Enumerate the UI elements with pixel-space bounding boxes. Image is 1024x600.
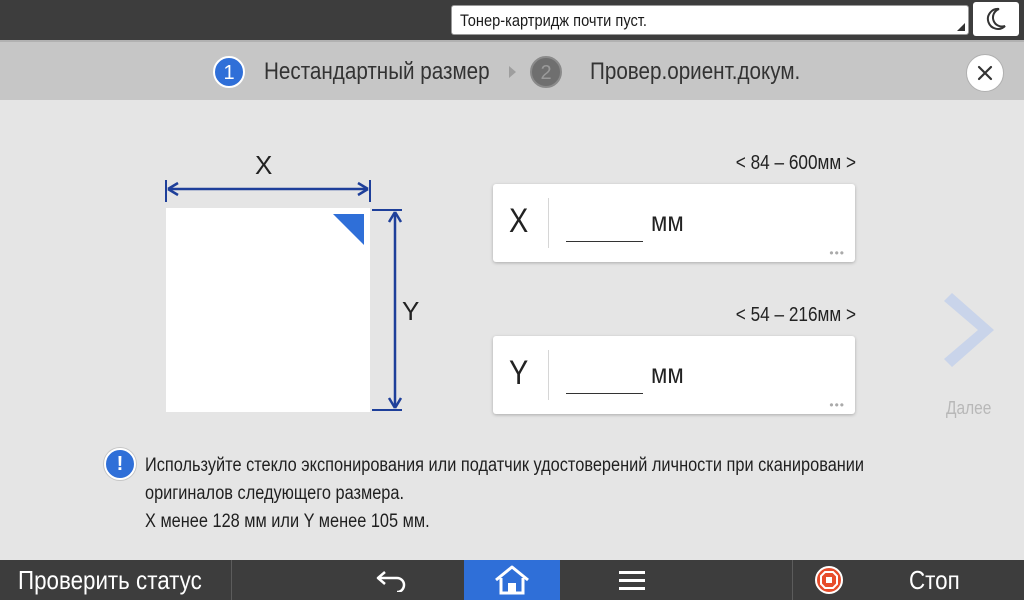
divider: [231, 560, 232, 600]
y-range-label: < 54 – 216мм >: [735, 304, 856, 326]
x-size-input[interactable]: X мм •••: [493, 184, 855, 262]
stop-button[interactable]: Стоп: [793, 560, 1024, 600]
stop-label: Стоп: [909, 565, 960, 595]
info-exclamation-icon: !: [104, 448, 136, 480]
step-2-label: Провер.ориент.докум.: [590, 58, 801, 85]
size-diagram: X Y: [160, 150, 440, 420]
y-value-underline: [566, 393, 643, 394]
bottom-nav-bar: Проверить статус Стоп: [0, 560, 1024, 600]
step-1-label: Нестандартный размер: [264, 58, 490, 85]
orientation-corner-icon: [333, 214, 364, 245]
x-range-label: < 84 – 600мм >: [735, 152, 856, 174]
x-axis-label: X: [509, 202, 529, 240]
step-1-number: 1: [213, 56, 245, 88]
next-button-label: Далее: [946, 398, 992, 418]
dimension-arrows: [165, 180, 403, 411]
chevron-right-icon: [944, 293, 994, 367]
expand-corner-icon: [957, 23, 965, 31]
home-icon: [495, 565, 529, 595]
field-separator: [548, 198, 549, 248]
energy-saver-button[interactable]: [973, 2, 1019, 36]
close-icon: [977, 65, 993, 81]
y-unit-label: мм: [651, 358, 684, 389]
more-dots-icon: •••: [829, 398, 845, 412]
system-message-box[interactable]: Тонер-картридж почти пуст.: [451, 5, 969, 35]
info-line: Используйте стекло экспонирования или по…: [145, 455, 865, 476]
next-button[interactable]: [940, 285, 1004, 375]
menu-button[interactable]: [600, 560, 664, 600]
more-dots-icon: •••: [829, 246, 845, 260]
stop-icon: [815, 566, 843, 594]
step-indicator-bar: 1 Нестандартный размер 2 Провер.ориент.д…: [0, 40, 1024, 100]
x-unit-label: мм: [651, 206, 684, 237]
step-2-number: 2: [530, 56, 562, 88]
y-size-input[interactable]: Y мм •••: [493, 336, 855, 414]
info-line: оригиналов следующего размера.: [145, 483, 405, 504]
top-status-bar: Тонер-картридж почти пуст.: [0, 0, 1024, 40]
info-line: X менее 128 мм или Y менее 105 мм.: [145, 511, 430, 532]
back-button[interactable]: [360, 560, 424, 600]
info-message: Используйте стекло экспонирования или по…: [145, 452, 919, 536]
step-arrow-icon: [509, 66, 516, 78]
close-button[interactable]: [966, 54, 1004, 92]
x-value-underline: [566, 241, 643, 242]
field-separator: [548, 350, 549, 400]
hamburger-menu-icon: [619, 571, 645, 590]
back-arrow-icon: [376, 571, 406, 592]
home-button[interactable]: [464, 560, 560, 600]
moon-icon: [986, 7, 1006, 30]
check-status-button[interactable]: Проверить статус: [0, 560, 230, 600]
y-axis-label: Y: [509, 354, 529, 392]
system-message-text: Тонер-картридж почти пуст.: [460, 11, 647, 30]
check-status-label: Проверить статус: [18, 565, 202, 595]
